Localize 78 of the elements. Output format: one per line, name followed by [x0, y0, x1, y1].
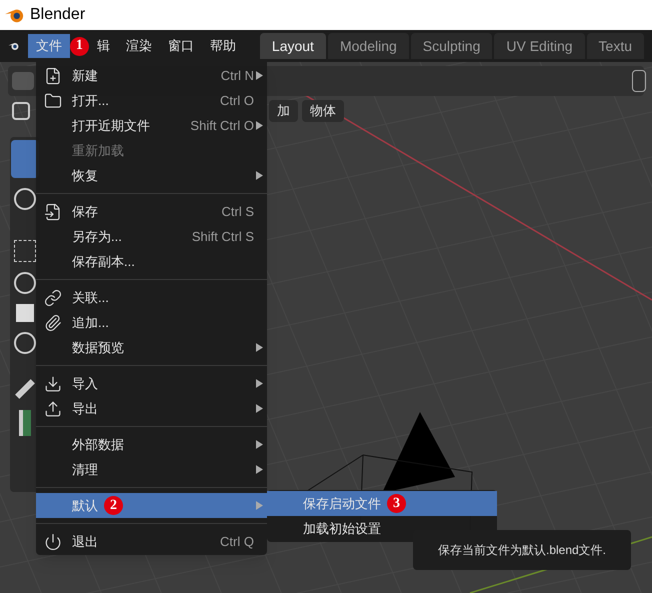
menu-label: 保存副本... — [72, 252, 135, 271]
tooltip-text: 保存当前文件为默认.blend文件. — [438, 542, 606, 559]
menu-label: 保存 — [72, 202, 98, 221]
shortcut-text: Ctrl O — [220, 92, 254, 110]
folder-icon — [44, 92, 62, 110]
menu-item[interactable]: 窗口 — [160, 34, 202, 58]
submenu-arrow-icon — [256, 343, 263, 352]
menu-label: 默认 — [72, 496, 98, 515]
link-icon — [44, 288, 62, 306]
workspace-tab[interactable]: Sculpting — [410, 33, 492, 59]
menu-label: 关联... — [72, 288, 109, 307]
menu-item[interactable]: 帮助 — [202, 34, 244, 58]
menu-entry[interactable]: 保存 Ctrl S — [36, 199, 267, 224]
menu-entry[interactable]: 默认 2 — [36, 493, 267, 518]
menu-entry[interactable]: 另存为... Shift Ctrl S — [36, 224, 267, 249]
menu-item[interactable]: 渲染 — [118, 34, 160, 58]
submenu-arrow-icon — [256, 465, 263, 474]
number-badge: 1 — [70, 36, 89, 56]
submenu-arrow-icon — [256, 404, 263, 413]
shortcut-text: Ctrl N — [220, 66, 254, 85]
menu-entry[interactable]: 新建 Ctrl N — [36, 63, 267, 88]
menu-entry[interactable]: 保存副本... — [36, 249, 267, 274]
menu-label: 保存启动文件 — [303, 494, 381, 513]
menu-label: 打开近期文件 — [72, 116, 150, 135]
paperclip-icon — [44, 314, 62, 332]
submenu-arrow-icon — [256, 440, 263, 449]
menu-entry[interactable]: 导入 — [36, 371, 267, 396]
number-badge: 3 — [387, 494, 406, 513]
menu-item[interactable]: 文件 — [28, 34, 70, 58]
menu-entry[interactable]: 退出 Ctrl Q — [36, 529, 267, 554]
menu-label: 重新加载 — [72, 142, 124, 160]
shortcut-text: Ctrl Q — [220, 532, 254, 551]
submenu-arrow-icon — [256, 171, 263, 180]
menu-label: 另存为... — [72, 228, 122, 246]
menu-entry[interactable]: 保存启动文件 3 — [267, 491, 497, 516]
menu-entry[interactable]: 打开近期文件 Shift Ctrl O — [36, 113, 267, 138]
menu-label: 新建 — [72, 66, 98, 85]
menu-entry[interactable]: 关联... — [36, 285, 267, 310]
workspace-tab[interactable]: Layout — [260, 33, 326, 59]
menu-label: 恢复 — [72, 166, 98, 185]
select-box-icon[interactable] — [12, 102, 30, 120]
power-icon — [44, 532, 62, 550]
import-icon — [44, 374, 62, 392]
menu-entry[interactable]: 加载初始设置 — [267, 516, 497, 541]
save-file-icon — [44, 202, 62, 220]
new-file-icon — [44, 66, 62, 84]
menu-label: 追加... — [72, 314, 109, 332]
menu-entry[interactable]: 外部数据 — [36, 432, 267, 457]
submenu-arrow-icon — [256, 379, 263, 388]
number-badge: 2 — [104, 496, 123, 515]
menu-label: 加载初始设置 — [303, 520, 381, 538]
menu-entry[interactable]: 恢复 — [36, 163, 267, 188]
menu-label: 数据预览 — [72, 338, 124, 357]
shortcut-text: Shift Ctrl O — [190, 116, 254, 135]
menu-item[interactable]: 辑 — [88, 34, 118, 58]
shortcut-text: Shift Ctrl S — [192, 228, 254, 246]
menu-entry[interactable]: 导出 — [36, 396, 267, 421]
menu-label: 外部数据 — [72, 436, 124, 454]
shortcut-text: Ctrl S — [222, 202, 254, 221]
menu-entry[interactable]: 清理 — [36, 457, 267, 482]
menu-label: 导入 — [72, 374, 98, 393]
header-menu-button[interactable]: 物体 — [302, 100, 344, 122]
menu-label: 导出 — [72, 400, 98, 418]
header-menu-button[interactable]: 加 — [269, 100, 298, 122]
window-title: Blender — [30, 5, 86, 25]
submenu-arrow-icon — [256, 71, 263, 80]
submenu-arrow-icon — [256, 501, 263, 510]
workspace-tab[interactable]: Textu — [586, 33, 644, 59]
menu-entry[interactable]: 数据预览 — [36, 335, 267, 360]
menu-label: 退出 — [72, 532, 98, 551]
menu-entry[interactable]: 追加... — [36, 310, 267, 335]
menu-entry[interactable]: 打开... Ctrl O — [36, 88, 267, 113]
menu-label: 清理 — [72, 460, 98, 479]
submenu-arrow-icon — [256, 121, 263, 130]
menu-label: 打开... — [72, 92, 109, 110]
workspace-tab[interactable]: Modeling — [328, 33, 409, 59]
workspace-tab[interactable]: UV Editing — [494, 33, 585, 59]
export-icon — [44, 400, 62, 418]
